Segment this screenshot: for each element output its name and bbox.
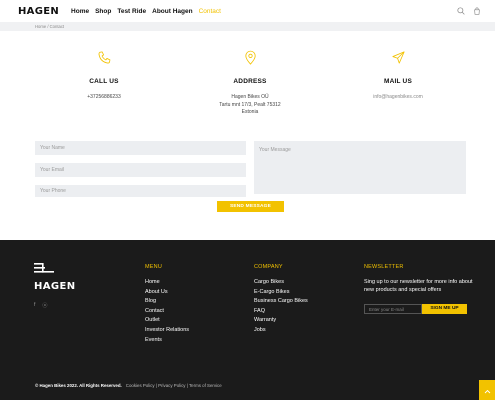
- footer-link-events[interactable]: Events: [145, 336, 189, 346]
- copyright-text: © Hagen Bikes 2022. All Rights Reserved.: [35, 383, 122, 388]
- newsletter-description: Sing up to our newsletter for more info …: [364, 279, 473, 293]
- footer-link-contact[interactable]: Contact: [145, 307, 189, 317]
- footer-link-business-cargo-bikes[interactable]: Business Cargo Bikes: [254, 297, 308, 307]
- footer-logo[interactable]: HAGEN: [34, 262, 76, 292]
- footer-link-jobs[interactable]: Jobs: [254, 326, 308, 336]
- footer-menu-title: MENU: [145, 264, 162, 270]
- nav-home[interactable]: Home: [71, 8, 89, 15]
- breadcrumb: Home / Contact: [0, 22, 495, 31]
- header-actions: [457, 2, 481, 20]
- footer-link-blog[interactable]: Blog: [145, 297, 189, 307]
- address-title: ADDRESS: [233, 78, 267, 85]
- newsletter-title: NEWSLETTER: [364, 264, 404, 270]
- address-line-2: Tartu mnt 17/3, Pealt 75312: [219, 101, 281, 108]
- nav-shop[interactable]: Shop: [95, 8, 111, 15]
- footer-company-title: COMPANY: [254, 264, 283, 270]
- email-address[interactable]: info@hagenbikes.com: [338, 94, 458, 102]
- chevron-up-icon: [484, 381, 491, 399]
- phone-input[interactable]: Your Phone: [35, 185, 246, 197]
- call-us-title: CALL US: [89, 78, 119, 85]
- social-links: f ⓞ: [34, 302, 47, 309]
- address-text: Hagen Bikes OÜ Tartu mnt 17/3, Pealt 753…: [190, 94, 310, 117]
- footer-link-warranty[interactable]: Warranty: [254, 316, 308, 326]
- breadcrumb-text[interactable]: Home / Contact: [35, 24, 64, 29]
- footer-newsletter-column: NEWSLETTER Sing up to our newsletter for…: [364, 264, 474, 294]
- instagram-icon[interactable]: ⓞ: [42, 302, 47, 309]
- main-nav: Home Shop Test Ride About Hagen Contact: [71, 8, 221, 15]
- scroll-to-top-button[interactable]: [479, 380, 495, 400]
- call-us-section: CALL US +37256886233: [44, 50, 164, 102]
- footer-link-investor-relations[interactable]: Investor Relations: [145, 326, 189, 336]
- paper-plane-icon: [338, 50, 458, 65]
- location-pin-icon: [190, 50, 310, 65]
- address-line-3: Estonia: [241, 109, 259, 115]
- footer-company-column: COMPANY Cargo Bikes E-Cargo Bikes Busine…: [254, 264, 308, 336]
- message-textarea[interactable]: Your Message: [254, 141, 466, 194]
- address-section: ADDRESS Hagen Bikes OÜ Tartu mnt 17/3, P…: [190, 50, 310, 117]
- legal-bar: © Hagen Bikes 2022. All Rights Reserved.…: [35, 383, 222, 388]
- email-input[interactable]: Your Email: [35, 163, 246, 177]
- nav-about-hagen[interactable]: About Hagen: [152, 8, 192, 15]
- footer-link-cargo-bikes[interactable]: Cargo Bikes: [254, 278, 308, 288]
- legal-links[interactable]: Cookies Policy | Privacy Policy | Terms …: [126, 383, 222, 388]
- nav-test-ride[interactable]: Test Ride: [117, 8, 146, 15]
- newsletter-email-input[interactable]: Enter your E-mail: [364, 304, 422, 314]
- phone-number[interactable]: +37256886233: [44, 94, 164, 102]
- footer-link-outlet[interactable]: Outlet: [145, 316, 189, 326]
- mail-us-section: MAIL US info@hagenbikes.com: [338, 50, 458, 102]
- address-line-1: Hagen Bikes OÜ: [231, 94, 269, 100]
- footer-link-about-us[interactable]: About Us: [145, 288, 189, 298]
- search-icon[interactable]: [457, 2, 465, 20]
- nav-contact[interactable]: Contact: [199, 8, 221, 15]
- mail-us-title: MAIL US: [383, 78, 412, 85]
- footer-link-home[interactable]: Home: [145, 278, 189, 288]
- send-message-button[interactable]: SEND MESSAGE: [217, 201, 284, 212]
- sign-me-up-button[interactable]: SIGN ME UP: [422, 304, 467, 314]
- phone-icon: [44, 50, 164, 65]
- hagen-logo-icon: [34, 262, 56, 279]
- site-header: HAGEN Home Shop Test Ride About Hagen Co…: [0, 0, 495, 22]
- footer-logo-text: HAGEN: [34, 281, 76, 292]
- brand-logo[interactable]: HAGEN: [18, 6, 59, 17]
- footer-menu-column: MENU Home About Us Blog Contact Outlet I…: [145, 264, 189, 345]
- footer-link-e-cargo-bikes[interactable]: E-Cargo Bikes: [254, 288, 308, 298]
- name-input[interactable]: Your Name: [35, 141, 246, 155]
- footer-link-faq[interactable]: FAQ: [254, 307, 308, 317]
- facebook-icon[interactable]: f: [34, 302, 35, 309]
- cart-icon[interactable]: [473, 2, 481, 20]
